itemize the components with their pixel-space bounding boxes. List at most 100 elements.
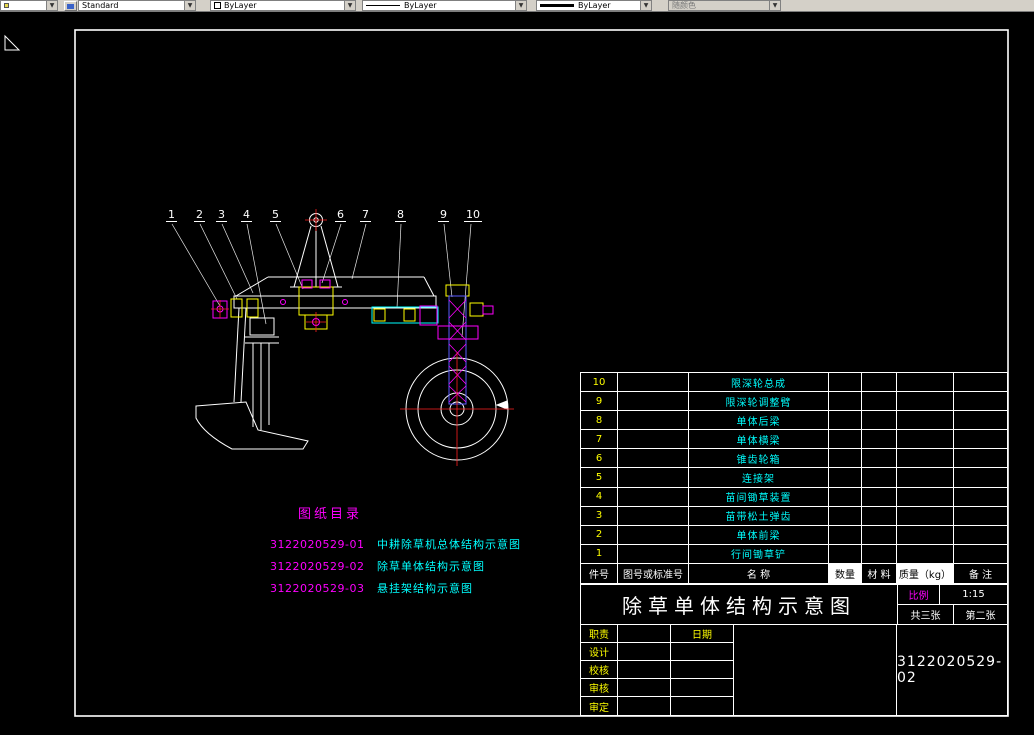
callout-4: 4	[241, 208, 252, 222]
catalog-item-name: 除草单体结构示意图	[376, 560, 485, 573]
signature-cell	[618, 625, 671, 643]
role-label: 审定	[581, 697, 618, 715]
part-name-cell: 苗带松土弹齿	[689, 506, 829, 526]
part-drawing-no-cell	[618, 411, 689, 431]
header-weight: 质量（kg）	[897, 563, 954, 583]
part-name-cell: 单体后梁	[689, 411, 829, 431]
callout-2: 2	[194, 208, 205, 222]
part-qty-cell	[829, 506, 862, 526]
linetype-dropdown[interactable]: ByLayer ▼	[362, 0, 527, 11]
part-weight-cell	[897, 373, 954, 393]
color-dropdown[interactable]: ByLayer ▼	[210, 0, 356, 11]
part-drawing-no-cell	[618, 544, 689, 564]
date-cell	[671, 643, 734, 661]
part-name-cell: 锥齿轮箱	[689, 449, 829, 469]
part-weight-cell	[897, 506, 954, 526]
drawing-title: 除草单体结构示意图	[581, 585, 898, 624]
drawing-number-cell: 3122020529-02	[897, 625, 1007, 715]
part-material-cell	[862, 525, 897, 545]
dropdown-arrow-icon[interactable]: ▼	[640, 1, 651, 10]
part-qty-cell	[829, 392, 862, 412]
dropdown-arrow-icon[interactable]: ▼	[46, 1, 57, 10]
part-drawing-no-cell	[618, 430, 689, 450]
part-material-cell	[862, 487, 897, 507]
header-part-no: 件号	[581, 563, 618, 583]
part-weight-cell	[897, 392, 954, 412]
part-qty-cell	[829, 373, 862, 393]
text-style-value: Standard	[82, 1, 119, 10]
catalog-item-name: 悬挂架结构示意图	[376, 582, 473, 595]
style-toolbar-icon[interactable]	[64, 1, 77, 11]
header-name: 名 称	[689, 563, 829, 583]
linetype-sample-icon	[366, 5, 400, 6]
header-remarks: 备 注	[968, 569, 993, 581]
part-name-cell: 单体横梁	[689, 430, 829, 450]
part-weight-cell	[897, 525, 954, 545]
part-remarks-cell	[954, 373, 1007, 393]
part-qty-cell	[829, 449, 862, 469]
date-cell	[671, 679, 734, 697]
callout-8: 8	[395, 208, 406, 222]
part-qty-cell	[829, 525, 862, 545]
drawing-number: 3122020529-02	[897, 654, 1003, 686]
catalog-item-name: 中耕除草机总体结构示意图	[376, 538, 521, 551]
role-label: 审核	[581, 679, 618, 697]
part-material-cell	[862, 449, 897, 469]
part-name-cell: 苗间锄草装置	[689, 487, 829, 507]
part-drawing-no-cell	[618, 392, 689, 412]
part-no-cell: 4	[581, 487, 618, 507]
date-label: 日期	[671, 625, 734, 643]
part-weight-cell	[897, 411, 954, 431]
part-material-cell	[862, 411, 897, 431]
part-drawing-no-cell	[618, 506, 689, 526]
sheet-index: 第二张	[965, 611, 996, 622]
text-style-dropdown[interactable]: Standard ▼	[78, 0, 196, 11]
dropdown-arrow-icon[interactable]: ▼	[344, 1, 355, 10]
part-remarks-cell	[954, 449, 1007, 469]
date-cell	[671, 661, 734, 679]
color-value: ByLayer	[224, 1, 257, 10]
part-qty-cell	[829, 544, 862, 564]
role-label: 职责	[581, 625, 618, 643]
part-qty-cell	[829, 430, 862, 450]
part-material-cell	[862, 430, 897, 450]
catalog-item-number: 3122020529-02	[270, 560, 365, 573]
dropdown-arrow-icon[interactable]: ▼	[515, 1, 526, 10]
lineweight-dropdown[interactable]: ByLayer ▼	[536, 0, 652, 11]
callout-9: 9	[438, 208, 449, 222]
part-no-cell: 3	[581, 506, 618, 526]
part-name-cell: 限深轮调整臂	[689, 392, 829, 412]
header-drawing-no: 图号或标准号	[618, 563, 689, 583]
role-label: 校核	[581, 661, 618, 679]
colored-components	[212, 279, 494, 405]
part-no-cell: 6	[581, 449, 618, 469]
callout-7: 7	[360, 208, 371, 222]
part-drawing-no-cell	[618, 449, 689, 469]
part-no-cell: 9	[581, 392, 618, 412]
parts-table: 10 限深轮总成 9 限深轮调整臂 8 单体后梁 7 单体横梁 6 锥齿轮箱 5…	[580, 372, 1008, 584]
title-block-signature-grid: 职责 日期 3122020529-02 设计 校核 审核 审定	[580, 624, 1008, 716]
part-weight-cell	[897, 544, 954, 564]
part-remarks-cell	[954, 507, 1007, 526]
callout-5: 5	[270, 208, 281, 222]
part-material-cell	[862, 468, 897, 488]
scale-label: 比例	[898, 585, 940, 604]
frame-geometry	[195, 213, 509, 461]
header-qty: 数量	[829, 563, 862, 583]
callout-1: 1	[166, 208, 177, 222]
header-material: 材 料	[862, 563, 897, 583]
catalog-item-number: 3122020529-03	[270, 582, 365, 595]
part-no-cell: 7	[581, 430, 618, 450]
color-swatch-icon	[214, 2, 221, 9]
lineweight-value: ByLayer	[578, 1, 611, 10]
layer-dropdown[interactable]: ▼	[0, 0, 58, 11]
part-qty-cell	[829, 487, 862, 507]
plot-style-dropdown: 随颜色 ▼	[668, 0, 781, 11]
part-material-cell	[862, 506, 897, 526]
dropdown-arrow-icon[interactable]: ▼	[184, 1, 195, 10]
part-no-cell: 10	[581, 373, 618, 393]
plot-style-value: 随颜色	[672, 1, 696, 10]
notes-cell	[734, 625, 897, 715]
part-no-cell: 8	[581, 411, 618, 431]
scale-value: 1:15	[962, 589, 985, 600]
